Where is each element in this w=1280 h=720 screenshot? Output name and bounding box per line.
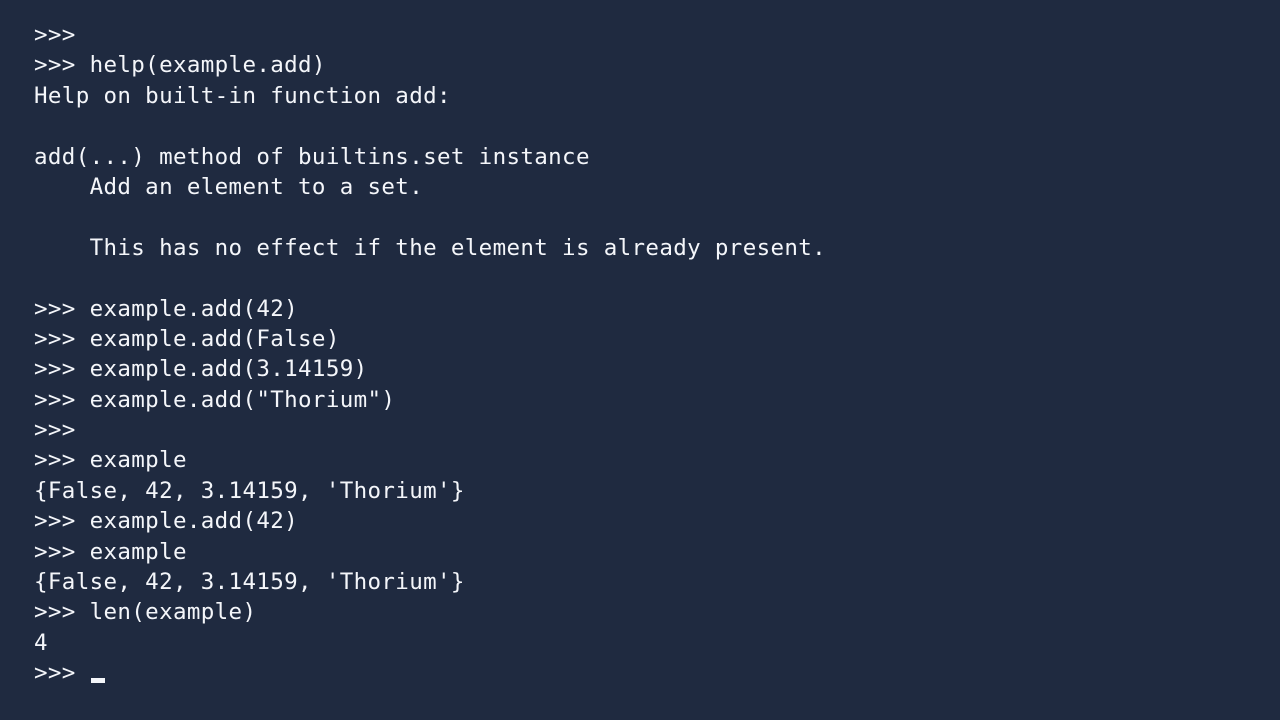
terminal-line: >>> example.add(42): [34, 295, 299, 322]
terminal-line: 4: [34, 629, 48, 656]
terminal-line: >>>: [34, 417, 76, 444]
terminal-line: >>> example.add(42): [34, 508, 299, 535]
terminal-line: {False, 42, 3.14159, 'Thorium'}: [34, 477, 465, 504]
terminal-line: >>> example.add(False): [34, 325, 340, 352]
terminal-line: {False, 42, 3.14159, 'Thorium'}: [34, 569, 465, 596]
terminal-line: >>> example: [34, 447, 187, 474]
terminal-line: >>> help(example.add): [34, 52, 326, 79]
terminal-line: Add an element to a set.: [34, 173, 424, 200]
terminal-line: >>> len(example): [34, 599, 257, 626]
input-line[interactable]: >>>: [34, 658, 1254, 688]
terminal-line: >>> example: [34, 538, 187, 565]
terminal-line: >>>: [34, 22, 76, 48]
python-repl-terminal[interactable]: >>> >>> help(example.add) Help on built-…: [34, 20, 1254, 710]
terminal-line: Help on built-in function add:: [34, 82, 451, 109]
text-cursor: [90, 678, 105, 684]
terminal-line: This has no effect if the element is alr…: [34, 234, 827, 261]
terminal-line: >>> example.add("Thorium"): [34, 386, 396, 413]
repl-prompt: >>>: [34, 660, 90, 687]
terminal-line: add(...) method of builtins.set instance: [34, 143, 590, 170]
terminal-line: >>> example.add(3.14159): [34, 356, 368, 383]
